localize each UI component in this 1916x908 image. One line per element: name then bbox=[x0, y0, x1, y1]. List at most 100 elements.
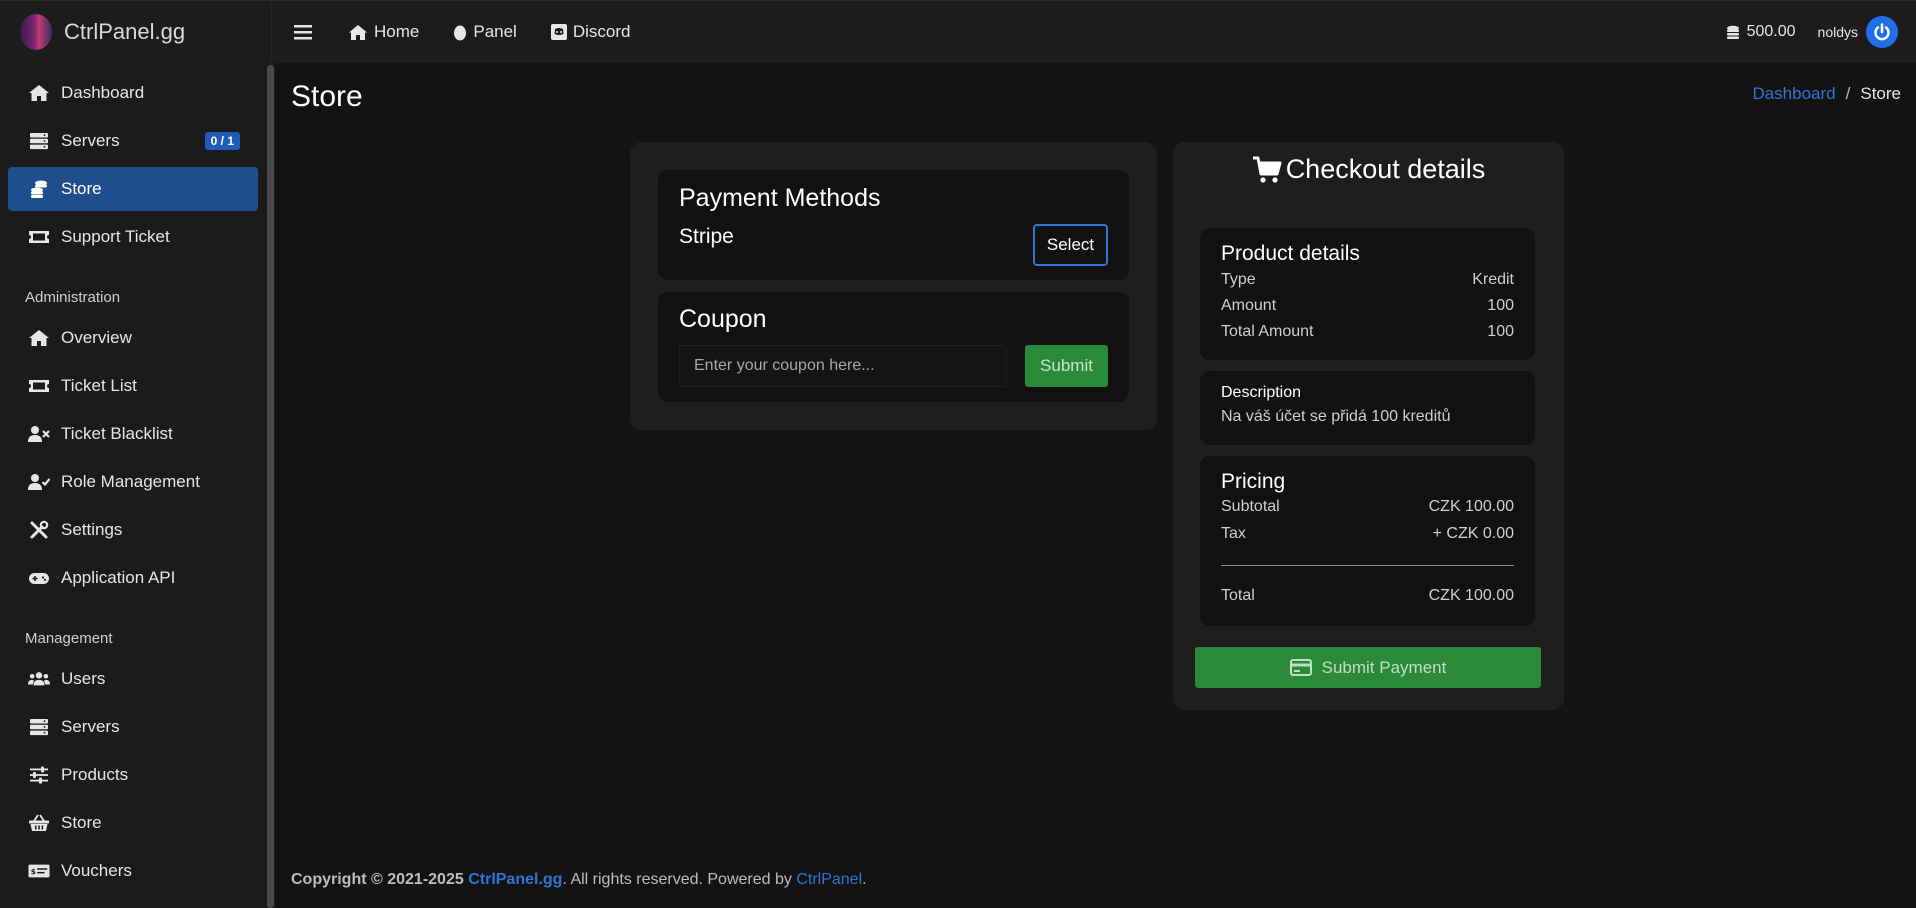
coupon-input[interactable] bbox=[679, 345, 1007, 387]
footer-copyright: Copyright © 2021-2025 bbox=[291, 871, 464, 888]
footer-brand-link[interactable]: CtrlPanel.gg bbox=[468, 871, 562, 888]
breadcrumb-current: Store bbox=[1860, 84, 1901, 103]
servers-count-badge: 0 / 1 bbox=[204, 132, 240, 150]
credits-display[interactable]: 500.00 bbox=[1725, 23, 1796, 41]
cart-icon bbox=[1252, 156, 1282, 183]
page-title: Store bbox=[291, 80, 363, 113]
sidebar-item-store-management[interactable]: Store bbox=[8, 801, 258, 845]
credits-value: 500.00 bbox=[1746, 23, 1796, 40]
nav-home-link[interactable]: Home bbox=[348, 22, 419, 42]
checkout-title-text: Checkout details bbox=[1285, 154, 1486, 184]
checkout-panel: Checkout details Product details Type Kr… bbox=[1173, 142, 1564, 710]
row-value: CZK 100.00 bbox=[1428, 498, 1514, 515]
home-icon bbox=[349, 24, 367, 40]
sidebar-item-ticket-list[interactable]: Ticket List bbox=[8, 364, 258, 408]
row-label: Type bbox=[1221, 271, 1256, 288]
nav-left: Home Panel Discord bbox=[272, 1, 664, 64]
product-details-card: Product details Type Kredit Amount 100 T… bbox=[1200, 228, 1535, 360]
row-label: Amount bbox=[1221, 297, 1277, 314]
pricing-divider bbox=[1221, 565, 1514, 566]
sidebar-item-vouchers[interactable]: $ Vouchers bbox=[8, 849, 258, 893]
breadcrumb: Dashboard / Store bbox=[1752, 84, 1901, 104]
top-navbar: CtrlPanel.gg Home Panel Discord 500.00 n… bbox=[0, 0, 1916, 64]
sidebar-item-label: Users bbox=[61, 669, 106, 688]
footer: Copyright © 2021-2025 CtrlPanel.gg. All … bbox=[291, 871, 867, 889]
username[interactable]: noldys bbox=[1818, 24, 1858, 40]
basket-icon bbox=[28, 812, 50, 834]
brand-name: CtrlPanel.gg bbox=[64, 19, 186, 44]
payment-method-name: Stripe bbox=[679, 225, 734, 248]
sidebar-item-settings[interactable]: Settings bbox=[8, 508, 258, 552]
sidebar-item-servers-management[interactable]: Servers bbox=[8, 705, 258, 749]
payment-methods-title: Payment Methods bbox=[679, 184, 881, 212]
sidebar-item-label: Vouchers bbox=[61, 861, 132, 880]
pricing-card: Pricing Subtotal CZK 100.00 Tax + CZK 0.… bbox=[1200, 456, 1535, 626]
credit-card-icon bbox=[1289, 659, 1312, 676]
sidebar-header-administration: Administration bbox=[25, 289, 121, 306]
sidebar-item-application-api[interactable]: Application API bbox=[8, 556, 258, 600]
coupon-submit-button[interactable]: Submit bbox=[1025, 345, 1108, 387]
sidebar-item-label: Overview bbox=[61, 328, 132, 347]
sidebar-scrollbar[interactable] bbox=[266, 63, 275, 908]
submit-payment-label: Submit Payment bbox=[1321, 657, 1447, 677]
sidebar-item-support-ticket[interactable]: Support Ticket bbox=[8, 215, 258, 259]
coins-icon bbox=[1726, 25, 1739, 39]
row-value: Kredit bbox=[1472, 271, 1514, 288]
nav-panel-link[interactable]: Panel bbox=[453, 22, 517, 42]
avatar[interactable] bbox=[1866, 16, 1898, 48]
submit-payment-button[interactable]: Submit Payment bbox=[1195, 647, 1541, 688]
ticket-icon bbox=[28, 226, 50, 248]
sidebar-item-label: Store bbox=[61, 179, 102, 198]
sidebar-item-store[interactable]: Store bbox=[8, 167, 258, 211]
server-icon bbox=[28, 716, 50, 738]
menu-toggle-icon[interactable] bbox=[294, 24, 318, 40]
description-title: Description bbox=[1221, 384, 1302, 401]
sidebar-item-label: Products bbox=[61, 765, 129, 784]
nav-right: 500.00 noldys bbox=[1725, 16, 1916, 48]
checkout-title: Checkout details bbox=[1173, 154, 1564, 185]
coupon-title: Coupon bbox=[679, 305, 767, 333]
description-text: Na váš účet se přidá 100 kreditů bbox=[1221, 408, 1451, 425]
product-row-amount: Amount 100 bbox=[1221, 297, 1514, 315]
sidebar-item-label: Role Management bbox=[61, 472, 200, 491]
brand[interactable]: CtrlPanel.gg bbox=[0, 0, 272, 64]
product-row-total-amount: Total Amount 100 bbox=[1221, 323, 1514, 341]
discord-icon bbox=[550, 24, 567, 40]
row-value: CZK 100.00 bbox=[1428, 587, 1514, 604]
sidebar-item-role-management[interactable]: Role Management bbox=[8, 460, 258, 504]
brand-logo bbox=[20, 14, 52, 50]
sidebar-main-list: Dashboard Servers 0 / 1 Store Support Ti… bbox=[0, 63, 266, 259]
footer-powered-link[interactable]: CtrlPanel bbox=[796, 871, 862, 888]
sidebar-item-users[interactable]: Users bbox=[8, 657, 258, 701]
sidebar-item-dashboard[interactable]: Dashboard bbox=[8, 71, 258, 115]
sidebar: Dashboard Servers 0 / 1 Store Support Ti… bbox=[0, 63, 266, 908]
product-row-type: Type Kredit bbox=[1221, 271, 1514, 289]
sidebar-item-label: Store bbox=[61, 813, 102, 832]
home-icon bbox=[28, 327, 50, 349]
sidebar-item-label: Ticket Blacklist bbox=[61, 424, 173, 443]
sidebar-item-overview[interactable]: Overview bbox=[8, 316, 258, 360]
sidebar-management-list: Users Servers Products Store $ Vouchers bbox=[0, 657, 266, 893]
select-payment-button[interactable]: Select bbox=[1033, 224, 1108, 266]
coins-icon bbox=[28, 178, 50, 200]
ticket-icon bbox=[28, 375, 50, 397]
sidebar-item-label: Ticket List bbox=[61, 376, 137, 395]
row-value: 100 bbox=[1487, 323, 1514, 340]
nav-panel-label: Panel bbox=[473, 22, 517, 41]
sidebar-item-products[interactable]: Products bbox=[8, 753, 258, 797]
sliders-icon bbox=[28, 764, 50, 786]
tools-icon bbox=[28, 519, 50, 541]
pricing-row-tax: Tax + CZK 0.00 bbox=[1221, 525, 1514, 543]
nav-discord-link[interactable]: Discord bbox=[550, 22, 630, 42]
nav-home-label: Home bbox=[374, 22, 420, 41]
power-icon bbox=[1874, 23, 1890, 41]
app: CtrlPanel.gg Home Panel Discord 500.00 n… bbox=[0, 0, 1916, 908]
sidebar-scrollbar-thumb[interactable] bbox=[267, 65, 274, 908]
sidebar-item-ticket-blacklist[interactable]: Ticket Blacklist bbox=[8, 412, 258, 456]
breadcrumb-dashboard-link[interactable]: Dashboard bbox=[1752, 84, 1835, 104]
svg-text:$: $ bbox=[31, 867, 36, 876]
server-icon bbox=[28, 130, 50, 152]
sidebar-item-servers[interactable]: Servers 0 / 1 bbox=[8, 119, 258, 163]
egg-icon bbox=[454, 25, 467, 41]
payment-panel: Payment Methods Stripe Select Coupon Sub… bbox=[630, 142, 1157, 430]
